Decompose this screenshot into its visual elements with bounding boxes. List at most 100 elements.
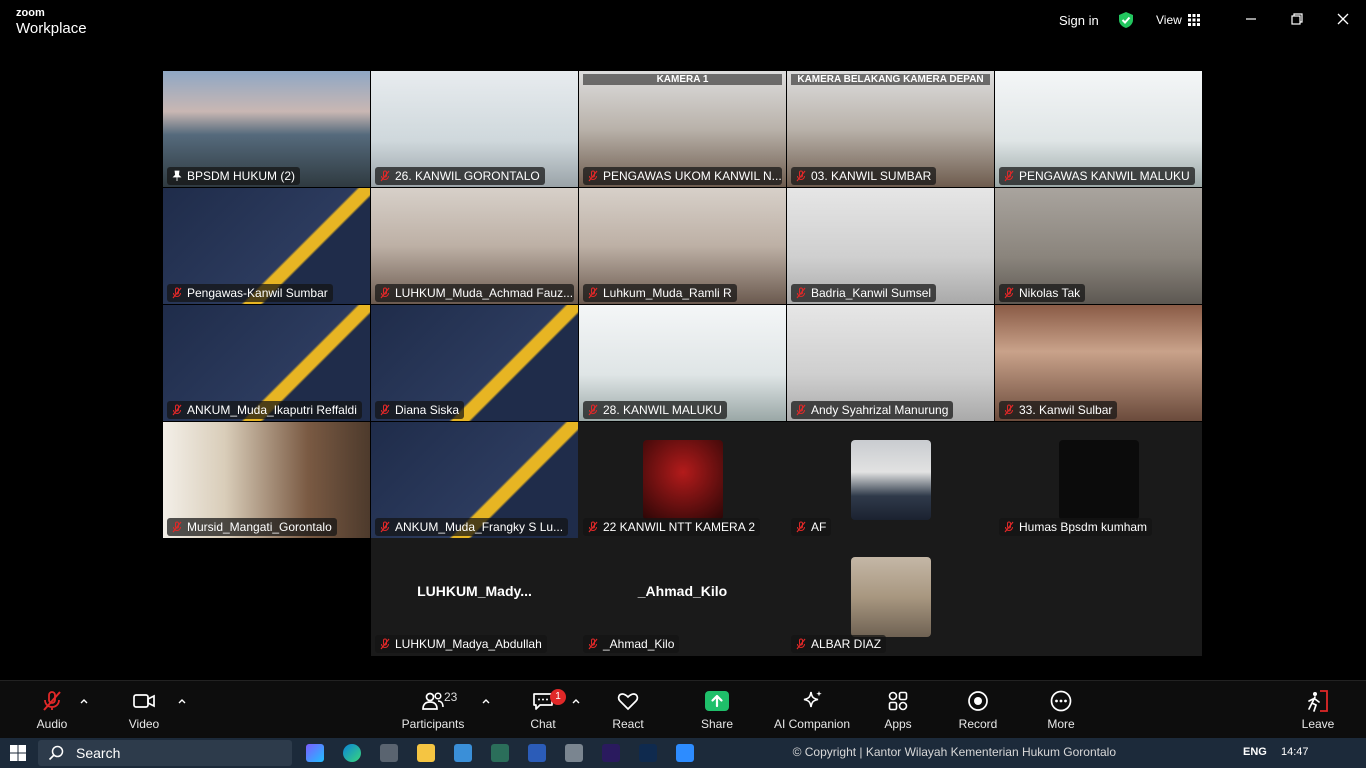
edge-icon[interactable] [343, 744, 361, 762]
microphone-muted-icon [1004, 404, 1014, 416]
participant-nametag: 33. Kanwil Sulbar [999, 401, 1118, 419]
participant-name: Andy Syahrizal Manurung [811, 403, 949, 417]
microphone-muted-icon [172, 404, 182, 416]
microphone-muted-icon [172, 287, 182, 299]
logo-product: Workplace [16, 20, 87, 37]
participant-nametag: Badria_Kanwil Sumsel [791, 284, 937, 302]
shield-icon[interactable] [1117, 11, 1135, 29]
printer-icon[interactable] [565, 744, 583, 762]
participant-name: LUHKUM_Muda_Achmad Fauz... [395, 286, 574, 300]
video-tile[interactable]: ANKUM_Muda_Frangky S Lu... [371, 422, 578, 538]
share-label: Share [700, 717, 734, 731]
video-tile[interactable]: Diana Siska [371, 305, 578, 421]
minimize-icon[interactable] [1244, 12, 1258, 26]
video-tile[interactable]: Badria_Kanwil Sumsel [787, 188, 994, 304]
premiere-icon[interactable] [602, 744, 620, 762]
zoom-logo: zoom Workplace [16, 8, 87, 37]
video-gallery: BPSDM HUKUM (2) 26. KANWIL GORONTALO KAMER… [0, 42, 1366, 680]
microphone-muted-icon [380, 638, 390, 650]
share-button[interactable]: Share [672, 687, 762, 735]
notepad-icon[interactable] [454, 744, 472, 762]
video-tile[interactable]: 26. KANWIL GORONTALO [371, 71, 578, 187]
file-explorer-icon[interactable] [417, 744, 435, 762]
audio-label: Audio [36, 717, 68, 731]
video-tile[interactable]: BPSDM HUKUM (2) [163, 71, 370, 187]
microphone-muted-icon [588, 287, 598, 299]
leave-button[interactable]: Leave [1273, 687, 1363, 735]
video-tile[interactable]: PENGAWAS KANWIL MALUKU [995, 71, 1202, 187]
microphone-muted-icon [1004, 170, 1014, 182]
video-tile[interactable]: KAMERA 1 PENGAWAS UKOM KANWIL N... [579, 71, 786, 187]
view-button[interactable]: View [1156, 13, 1200, 27]
more-button[interactable]: More [1016, 687, 1106, 735]
more-icon [1050, 690, 1072, 712]
video-tile[interactable]: 28. KANWIL MALUKU [579, 305, 786, 421]
react-label: React [612, 717, 644, 731]
participant-nametag: 28. KANWIL MALUKU [583, 401, 727, 419]
participant-name: 28. KANWIL MALUKU [603, 403, 722, 417]
video-tile[interactable]: _Ahmad_Kilo _Ahmad_Kilo [579, 539, 786, 655]
participant-name: Mursid_Mangati_Gorontalo [187, 520, 332, 534]
record-button[interactable]: Record [933, 687, 1023, 735]
video-label: Video [128, 717, 160, 731]
apps-icon [888, 691, 908, 711]
participant-nametag: PENGAWAS KANWIL MALUKU [999, 167, 1195, 185]
camera-icon [133, 694, 155, 708]
video-tile[interactable]: Luhkum_Muda_Ramli R [579, 188, 786, 304]
camera-app-icon[interactable] [380, 744, 398, 762]
record-icon [968, 691, 988, 711]
zoom-taskbar-icon[interactable] [676, 744, 694, 762]
sharing-app-icon[interactable] [491, 744, 509, 762]
participant-avatar [1059, 440, 1139, 520]
participant-name: Diana Siska [395, 403, 460, 417]
heart-icon [617, 693, 639, 711]
windows-start-icon[interactable] [10, 745, 26, 761]
title-bar: zoom Workplace Sign in View [0, 0, 1366, 42]
leave-label: Leave [1301, 717, 1335, 731]
chevron-up-icon[interactable] [570, 695, 582, 707]
video-tile[interactable]: Mursid_Mangati_Gorontalo [163, 422, 370, 538]
chevron-up-icon[interactable] [176, 695, 188, 707]
video-tile[interactable]: ALBAR DIAZ [787, 539, 994, 655]
video-tile[interactable]: Humas Bpsdm kumham [995, 422, 1202, 538]
close-icon[interactable] [1336, 12, 1350, 26]
participant-nametag: ANKUM_Muda_Ikaputri Reffaldi [167, 401, 362, 419]
restore-icon[interactable] [1290, 12, 1304, 26]
microphone-muted-icon [588, 170, 598, 182]
sign-in-link[interactable]: Sign in [1059, 13, 1099, 28]
word-icon[interactable] [528, 744, 546, 762]
participant-name: 33. Kanwil Sulbar [1019, 403, 1113, 417]
clock[interactable]: 14:47 [1281, 746, 1309, 758]
search-label: Search [76, 745, 121, 761]
video-tile[interactable]: Nikolas Tak [995, 188, 1202, 304]
participant-name: 22 KANWIL NTT KAMERA 2 [603, 520, 756, 534]
video-tile[interactable]: 33. Kanwil Sulbar [995, 305, 1202, 421]
participant-display-name: LUHKUM_Mady... [417, 583, 532, 599]
participant-name: 26. KANWIL GORONTALO [395, 169, 540, 183]
video-tile[interactable]: 22 KANWIL NTT KAMERA 2 [579, 422, 786, 538]
video-tile[interactable]: ANKUM_Muda_Ikaputri Reffaldi [163, 305, 370, 421]
taskbar-search[interactable]: Search [38, 740, 292, 766]
photoshop-icon[interactable] [639, 744, 657, 762]
apps-button[interactable]: Apps [853, 687, 943, 735]
video-tile[interactable]: AF [787, 422, 994, 538]
video-tile[interactable]: Andy Syahrizal Manurung [787, 305, 994, 421]
participant-nametag: Mursid_Mangati_Gorontalo [167, 518, 337, 536]
video-tile[interactable]: LUHKUM_Muda_Achmad Fauz... [371, 188, 578, 304]
chevron-up-icon[interactable] [78, 695, 90, 707]
participant-name: ANKUM_Muda_Ikaputri Reffaldi [187, 403, 357, 417]
search-icon [48, 745, 64, 761]
microphone-muted-icon [588, 638, 598, 650]
participant-nametag: ALBAR DIAZ [791, 635, 887, 653]
video-tile[interactable]: KAMERA BELAKANG KAMERA DEPAN 03. KANWIL S… [787, 71, 994, 187]
video-tile[interactable]: LUHKUM_Mady... LUHKUM_Madya_Abdullah [371, 539, 578, 655]
language-indicator[interactable]: ENG [1243, 746, 1267, 758]
participants-button[interactable]: 23 Participants [388, 687, 478, 735]
react-button[interactable]: React [583, 687, 673, 735]
video-tile[interactable]: Pengawas-Kanwil Sumbar [163, 188, 370, 304]
participant-name: PENGAWAS UKOM KANWIL N... [603, 169, 782, 183]
participant-nametag: Pengawas-Kanwil Sumbar [167, 284, 333, 302]
chevron-up-icon[interactable] [480, 695, 492, 707]
ai-companion-button[interactable]: AI Companion [767, 687, 857, 735]
copilot-icon[interactable] [306, 744, 324, 762]
